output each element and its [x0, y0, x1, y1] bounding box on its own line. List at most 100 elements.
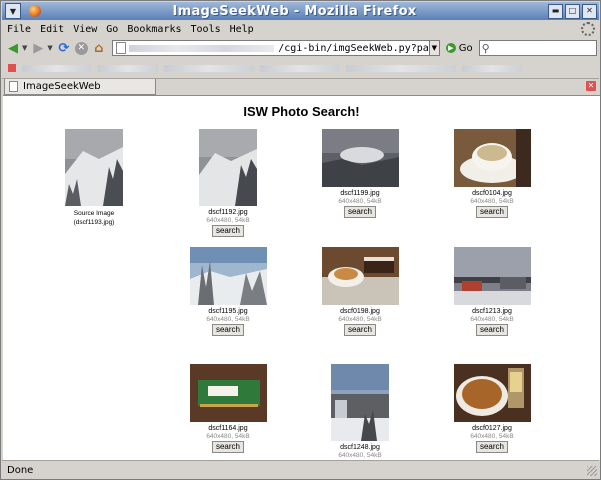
bookmark-item[interactable] — [164, 64, 254, 72]
forward-dropdown-icon[interactable]: ▼ — [47, 44, 52, 52]
result-filename: dscf1192.jpg — [208, 209, 248, 216]
search-icon: ⚲ — [481, 41, 490, 55]
result-thumbnail[interactable] — [199, 129, 257, 206]
title-bar: ▼ ImageSeekWeb - Mozilla Firefox ▬ □ ✕ — [2, 2, 599, 20]
result-item: dscf1192.jpg 640x480, 54kB search — [173, 129, 283, 237]
firefox-window: ▼ ImageSeekWeb - Mozilla Firefox ▬ □ ✕ F… — [0, 0, 601, 480]
result-item: dscf1164.jpg 640x480, 54kB search — [173, 364, 283, 453]
bookmark-item[interactable] — [260, 64, 340, 72]
menu-file[interactable]: File — [7, 24, 31, 35]
reload-button[interactable]: ⟳ — [56, 40, 72, 56]
search-button[interactable]: search — [343, 206, 376, 218]
search-button[interactable]: search — [475, 324, 508, 336]
forward-button[interactable]: ▶ — [30, 40, 46, 56]
search-button[interactable]: search — [475, 206, 508, 218]
result-filename: dscf0127.jpg — [472, 425, 512, 432]
throbber-icon — [581, 22, 595, 36]
result-meta: 640x480, 54kB — [338, 452, 382, 459]
result-thumbnail[interactable] — [453, 129, 531, 187]
result-filename: dscf1213.jpg — [472, 308, 512, 315]
menu-go[interactable]: Go — [106, 24, 118, 35]
menu-edit[interactable]: Edit — [40, 24, 64, 35]
go-arrow-icon: ▶ — [445, 43, 456, 53]
menu-bookmarks[interactable]: Bookmarks — [127, 24, 181, 35]
search-button[interactable]: search — [211, 441, 244, 453]
result-thumbnail[interactable] — [321, 247, 399, 305]
source-caption-filename: (dscf1193.jpg) — [73, 219, 115, 226]
back-button[interactable]: ◀ — [5, 40, 21, 56]
result-filename: dscf1164.jpg — [208, 425, 248, 432]
status-bar: Done — [2, 460, 599, 480]
home-button[interactable]: ⌂ — [91, 40, 107, 56]
go-label: Go — [458, 42, 473, 54]
search-button[interactable]: search — [211, 225, 244, 237]
bookmark-item[interactable] — [462, 64, 522, 72]
result-meta: 640x480, 54kB — [470, 198, 514, 205]
bookmark-icon — [8, 64, 16, 72]
go-button[interactable]: ▶ Go — [445, 42, 473, 54]
result-meta: 640x480, 54kB — [338, 198, 382, 205]
result-thumbnail[interactable] — [453, 247, 531, 305]
close-icon: ✕ — [587, 81, 595, 90]
window-title: ImageSeekWeb - Mozilla Firefox — [172, 3, 417, 19]
stop-button[interactable]: ✕ — [74, 41, 88, 55]
search-button[interactable]: search — [475, 441, 508, 453]
page-content: ISW Photo Search! Source Image (dscf1193… — [3, 95, 600, 460]
page-icon — [9, 81, 18, 92]
bookmark-item[interactable] — [98, 64, 158, 72]
close-tab-button[interactable]: ✕ — [586, 81, 596, 91]
maximize-button[interactable]: □ — [565, 3, 580, 19]
result-item: dscf1213.jpg 640x480, 54kB search — [437, 247, 547, 336]
result-meta: 640x480, 54kB — [206, 433, 250, 440]
bookmark-item[interactable] — [346, 64, 456, 72]
source-caption-label: Source Image — [73, 210, 115, 217]
result-item: dscf1199.jpg 640x480, 54kB search — [305, 129, 415, 218]
menu-view[interactable]: View — [73, 24, 97, 35]
close-button[interactable]: ✕ — [582, 3, 597, 19]
result-item: dscf1195.jpg 640x480, 54kB search — [173, 247, 283, 336]
source-caption: Source Image (dscf1193.jpg) — [39, 209, 149, 227]
url-history-dropdown[interactable]: ▼ — [429, 40, 440, 56]
result-meta: 640x480, 54kB — [470, 316, 514, 323]
menu-tools[interactable]: Tools — [191, 24, 221, 35]
result-filename: dscf1199.jpg — [340, 190, 380, 197]
forward-arrow-icon: ▶ — [33, 40, 44, 56]
chevron-down-icon: ▼ — [9, 6, 17, 16]
result-item: dscf1248.jpg 640x480, 54kB — [305, 364, 415, 459]
result-meta: 640x480, 54kB — [470, 433, 514, 440]
page-title: ISW Photo Search! — [243, 104, 360, 119]
source-thumbnail[interactable] — [65, 129, 123, 206]
search-button[interactable]: search — [343, 324, 376, 336]
tab-label: ImageSeekWeb — [23, 81, 101, 92]
result-item: dscf0198.jpg 640x480, 54kB search — [305, 247, 415, 336]
resize-grip-icon[interactable] — [587, 465, 597, 476]
page-icon — [115, 42, 126, 54]
source-image-cell: Source Image (dscf1193.jpg) — [39, 129, 149, 227]
reload-icon: ⟳ — [58, 40, 70, 56]
firefox-logo-icon — [29, 5, 41, 17]
maximize-icon: □ — [568, 6, 577, 15]
window-menu-button[interactable]: ▼ — [5, 3, 21, 19]
result-filename: dscf0104.jpg — [472, 190, 512, 197]
url-bar[interactable]: /cgi-bin/imgSeekWeb.py?pa — [111, 40, 430, 56]
menu-help[interactable]: Help — [230, 24, 254, 35]
navigation-toolbar: ◀ ▼ ▶ ▼ ⟳ ✕ ⌂ /cgi-bin/imgSeekWeb.py?pa … — [2, 38, 599, 58]
bookmark-item[interactable] — [22, 64, 92, 72]
minimize-button[interactable]: ▬ — [548, 3, 563, 19]
result-thumbnail[interactable] — [321, 129, 399, 187]
result-filename: dscf1195.jpg — [208, 308, 248, 315]
menu-bar: File Edit View Go Bookmarks Tools Help — [2, 21, 599, 37]
search-input[interactable]: ⚲ — [478, 40, 597, 56]
result-meta: 640x480, 54kB — [206, 217, 250, 224]
close-icon: ✕ — [586, 6, 593, 15]
search-button[interactable]: search — [211, 324, 244, 336]
bookmarks-toolbar — [2, 59, 599, 77]
tab-imageseekweb[interactable]: ImageSeekWeb — [4, 79, 156, 95]
back-dropdown-icon[interactable]: ▼ — [22, 44, 27, 52]
result-thumbnail[interactable] — [189, 364, 267, 422]
result-thumbnail[interactable] — [189, 247, 267, 305]
result-filename: dscf0198.jpg — [340, 308, 380, 315]
result-thumbnail[interactable] — [331, 364, 389, 441]
result-item: dscf0104.jpg 640x480, 54kB search — [437, 129, 547, 218]
result-thumbnail[interactable] — [453, 364, 531, 422]
